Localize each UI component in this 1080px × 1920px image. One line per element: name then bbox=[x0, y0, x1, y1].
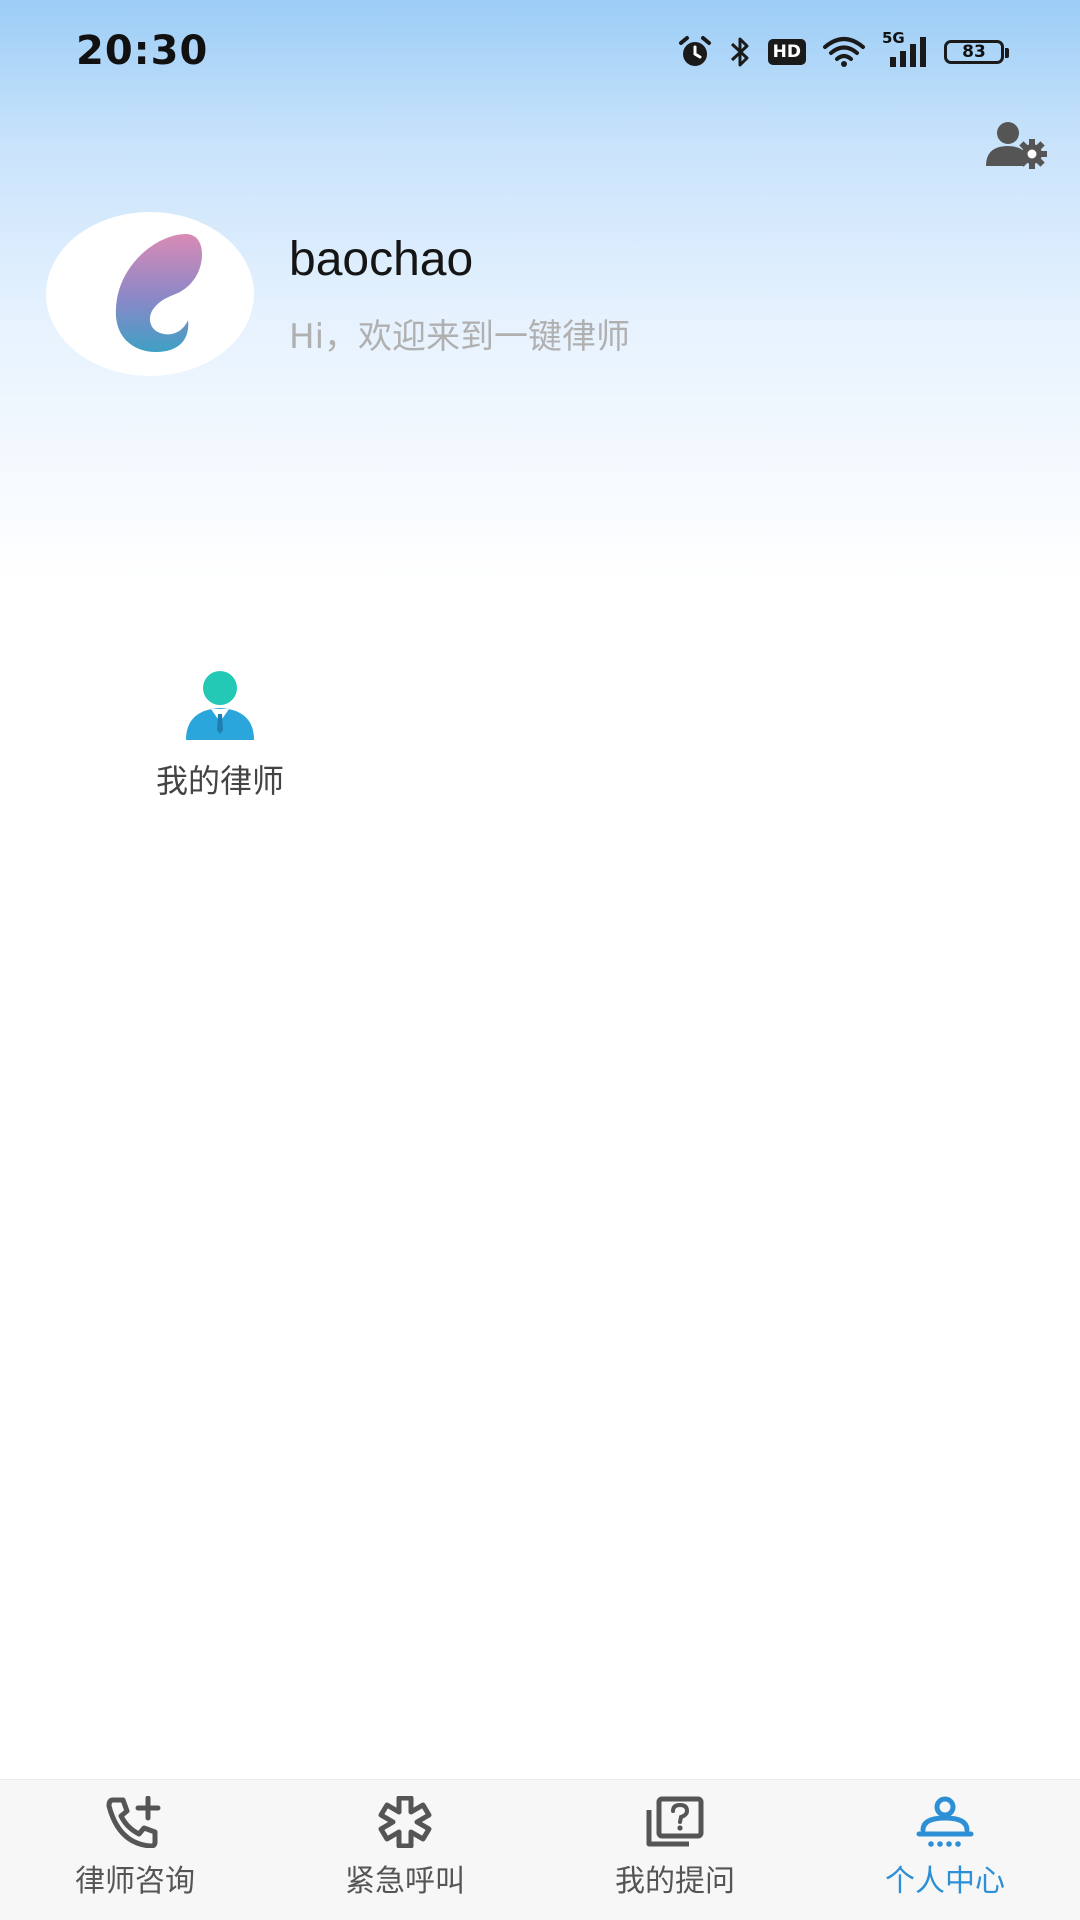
user-gear-icon bbox=[986, 122, 1047, 169]
menu-item-my-lawyer[interactable]: 我的律师 bbox=[130, 670, 310, 820]
cellular-signal-icon: 5G bbox=[882, 29, 928, 69]
lawyer-icon bbox=[186, 671, 254, 740]
nav-label: 我的提问 bbox=[615, 1864, 735, 1899]
nav-label: 律师咨询 bbox=[75, 1864, 195, 1899]
bottom-nav: 律师咨询 紧急呼叫 我的提问 个人中心 bbox=[0, 1779, 1080, 1920]
alarm-icon bbox=[678, 35, 712, 69]
bluetooth-icon bbox=[728, 35, 752, 69]
nav-my-questions[interactable]: 我的提问 bbox=[540, 1780, 810, 1920]
battery-indicator: 83 bbox=[944, 40, 1009, 64]
network-label: 5G bbox=[882, 29, 905, 47]
asterisk-icon bbox=[378, 1796, 432, 1848]
nav-label: 紧急呼叫 bbox=[345, 1864, 465, 1899]
menu-item-label: 我的律师 bbox=[155, 762, 284, 800]
status-icons: HD 5G 83 bbox=[678, 29, 1009, 72]
app-logo-icon bbox=[115, 234, 202, 352]
phone-plus-icon bbox=[106, 1796, 161, 1848]
nav-emergency-call[interactable]: 紧急呼叫 bbox=[270, 1780, 540, 1920]
avatar[interactable] bbox=[46, 212, 254, 376]
user-settings-button[interactable] bbox=[984, 118, 1050, 172]
nav-lawyer-consult[interactable]: 律师咨询 bbox=[0, 1780, 270, 1920]
question-box-icon bbox=[646, 1796, 704, 1847]
hd-badge: HD bbox=[767, 39, 806, 65]
status-bar: 20:30 HD 5G 83 bbox=[0, 0, 1080, 110]
welcome-text: Hi，欢迎来到一键律师 bbox=[289, 317, 631, 357]
status-time: 20:30 bbox=[76, 28, 209, 74]
user-icon bbox=[916, 1796, 974, 1847]
wifi-icon bbox=[822, 35, 866, 69]
nav-personal-center[interactable]: 个人中心 bbox=[810, 1780, 1080, 1920]
username: baochao bbox=[289, 233, 474, 286]
nav-label: 个人中心 bbox=[885, 1864, 1005, 1899]
